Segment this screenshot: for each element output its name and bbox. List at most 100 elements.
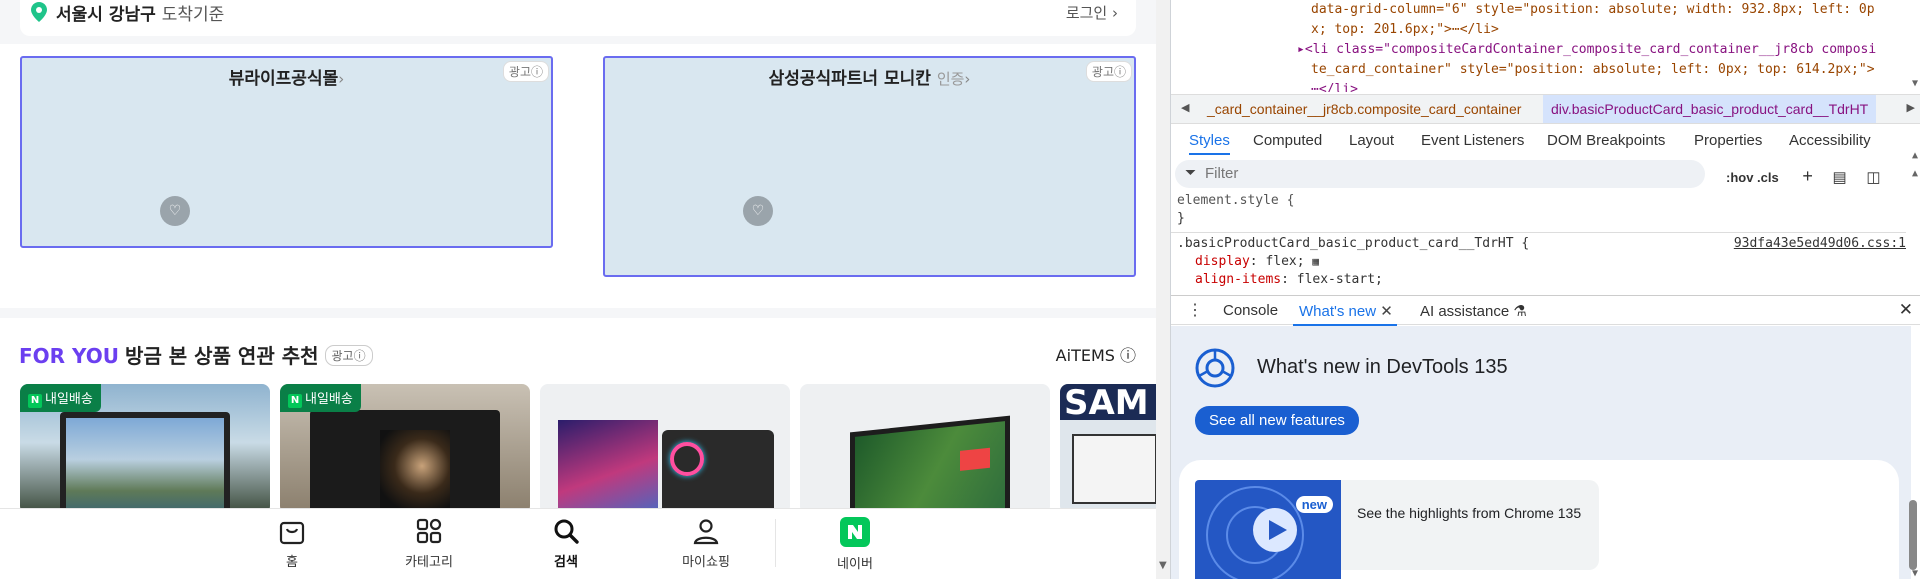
product-card[interactable] xyxy=(800,384,1050,514)
scrollbar-thumb[interactable] xyxy=(1909,500,1917,570)
devtools-panel: data-grid-column="6" style="position: ab… xyxy=(1170,0,1920,579)
chevron-right-icon: › xyxy=(964,70,971,88)
highlight-text[interactable]: See the highlights from Chrome 135 xyxy=(1341,480,1599,570)
dom-line[interactable]: ⋯</li> xyxy=(1311,80,1901,92)
monitor-image xyxy=(850,415,1010,514)
breadcrumb-item[interactable]: _card_container__jr8cb.composite_card_co… xyxy=(1207,101,1521,117)
devtools-scrollbar[interactable]: ▲ ▼ xyxy=(1906,150,1920,579)
scroll-up-arrow-icon[interactable]: ▲ xyxy=(1912,168,1918,179)
scroll-up-arrow-icon[interactable]: ▲ xyxy=(1912,150,1918,161)
location-pin-icon xyxy=(31,2,47,22)
delivery-ribbon: N 내일배송 xyxy=(20,384,101,412)
tab-myshopping[interactable]: 마이쇼핑 xyxy=(666,517,746,570)
tab-console[interactable]: Console xyxy=(1223,302,1278,319)
ad-title-text: 뷰라이프공식몰 xyxy=(228,69,339,89)
product-card[interactable]: SAM xyxy=(1060,384,1162,514)
monitor-image xyxy=(558,420,658,514)
whats-new-title: What's new in DevTools 135 xyxy=(1257,356,1508,378)
certified-label: 인증 xyxy=(936,70,965,88)
breadcrumb-item-selected[interactable]: div.basicProductCard_basic_product_card_… xyxy=(1543,95,1877,123)
see-all-features-button[interactable]: See all new features xyxy=(1195,406,1359,435)
ad-title-text: 삼성공식파트너 모니칸 xyxy=(768,69,931,89)
more-options-icon[interactable]: ⋮ xyxy=(1187,300,1203,320)
css-selector[interactable]: .basicProductCard_basic_product_card__Td… xyxy=(1177,236,1529,251)
tab-label: 검색 xyxy=(554,555,578,570)
monitor-image xyxy=(310,410,500,514)
ad-badge[interactable]: 광고ⓘ xyxy=(1085,61,1132,82)
tab-event-listeners[interactable]: Event Listeners xyxy=(1421,132,1524,149)
filter-placeholder: Filter xyxy=(1205,165,1239,182)
tab-home[interactable]: 홈 xyxy=(252,517,332,570)
styles-tabbar: Styles Computed Layout Event Listeners D… xyxy=(1171,126,1920,156)
ad-card-title[interactable]: 삼성공식파트너 모니칸 인증› xyxy=(605,64,1134,89)
highlight-card: new See the highlights from Chrome 135 xyxy=(1179,460,1899,579)
tab-ai-assistance[interactable]: AI assistance ⚗ xyxy=(1420,302,1527,320)
dom-tree[interactable]: data-grid-column="6" style="position: ab… xyxy=(1171,0,1901,92)
hov-cls-toggles[interactable]: :hov .cls xyxy=(1726,170,1779,185)
filter-icon: ⏷ xyxy=(1185,164,1197,180)
paint-icon[interactable]: ▤ xyxy=(1833,169,1847,186)
login-label: 로그인 xyxy=(1065,4,1108,22)
ribbon-label: 내일배송 xyxy=(45,392,93,407)
scroll-down-arrow-icon[interactable]: ▼ xyxy=(1912,78,1918,89)
tab-layout[interactable]: Layout xyxy=(1349,132,1394,149)
brand-logo-image: SAM xyxy=(1060,384,1162,420)
speaker-image xyxy=(662,430,774,514)
scroll-down-arrow-icon[interactable]: ▼ xyxy=(1912,568,1918,579)
heart-icon[interactable]: ♡ xyxy=(743,196,773,226)
tab-properties[interactable]: Properties xyxy=(1694,132,1762,149)
video-thumbnail[interactable]: new xyxy=(1195,480,1341,579)
css-property[interactable]: align-items xyxy=(1195,272,1281,287)
page-scrollbar[interactable]: ▼ xyxy=(1156,0,1170,579)
ad-section: 뷰라이프공식몰› 광고ⓘ ♡ 삼성공식파트너 모니칸 인증› 광고ⓘ ♡ xyxy=(0,44,1162,308)
tab-styles[interactable]: Styles xyxy=(1189,132,1230,155)
ad-card-1[interactable]: 뷰라이프공식몰› 광고ⓘ ♡ xyxy=(20,56,553,248)
product-card[interactable]: N 내일배송 xyxy=(20,384,270,514)
product-card[interactable]: N 내일배송 xyxy=(280,384,530,514)
dom-line[interactable]: te_card_container" style="position: abso… xyxy=(1311,60,1901,80)
ad-card-2[interactable]: 삼성공식파트너 모니칸 인증› 광고ⓘ ♡ xyxy=(603,56,1136,277)
tab-naver[interactable]: 네이버 xyxy=(815,517,895,572)
search-icon xyxy=(554,519,579,544)
css-value[interactable]: flex; xyxy=(1265,254,1304,269)
play-icon[interactable] xyxy=(1195,480,1341,579)
add-rule-icon[interactable]: + xyxy=(1802,166,1813,186)
tab-whats-new[interactable]: What's new ✕ xyxy=(1293,302,1397,326)
sidebar-toggle-icon[interactable]: ◫ xyxy=(1866,169,1880,186)
styles-filter-input[interactable]: ⏷ Filter xyxy=(1175,160,1705,188)
chevron-right-icon[interactable]: ▶ xyxy=(1907,101,1915,114)
element-style-rule[interactable]: element.style { xyxy=(1177,192,1906,210)
tab-search[interactable]: 검색 xyxy=(526,517,606,570)
bag-icon xyxy=(279,521,305,545)
chevron-right-icon: › xyxy=(338,70,345,88)
login-link[interactable]: 로그인 › xyxy=(1066,2,1118,23)
aitems-label[interactable]: AiTEMS ⓘ xyxy=(1056,342,1136,366)
location-sub: 도착기준 xyxy=(161,5,225,25)
css-value[interactable]: flex-start; xyxy=(1297,272,1383,287)
dom-line[interactable]: data-grid-column="6" style="position: ab… xyxy=(1311,0,1901,20)
ad-badge[interactable]: 광고ⓘ xyxy=(502,61,549,82)
bottom-tab-bar: 홈 카테고리 검색 마이쇼핑 네이버 xyxy=(0,508,1162,579)
ribbon-label: 내일배송 xyxy=(305,392,353,407)
flask-icon: ⚗ xyxy=(1513,303,1527,320)
css-property[interactable]: display xyxy=(1195,254,1250,269)
dom-line[interactable]: ▸<li class="compositeCardContainer_compo… xyxy=(1297,40,1901,60)
flex-editor-icon[interactable]: ▦ xyxy=(1312,255,1319,268)
tab-computed[interactable]: Computed xyxy=(1253,132,1322,149)
product-card[interactable] xyxy=(540,384,790,514)
ad-card-title[interactable]: 뷰라이프공식몰› xyxy=(22,64,551,89)
close-icon[interactable]: ✕ xyxy=(1380,303,1393,320)
css-source-link[interactable]: 93dfa43e5ed49d06.css:1 xyxy=(1734,235,1906,253)
tab-category[interactable]: 카테고리 xyxy=(389,517,469,570)
ad-badge[interactable]: 광고ⓘ xyxy=(324,345,373,366)
tab-accessibility[interactable]: Accessibility xyxy=(1789,132,1871,149)
scroll-down-arrow-icon[interactable]: ▼ xyxy=(1159,560,1167,571)
heart-icon[interactable]: ♡ xyxy=(160,196,190,226)
location-bar[interactable]: 서울시 강남구 도착기준 로그인 › xyxy=(20,0,1136,36)
dom-line[interactable]: x; top: 201.6px;">⋯</li> xyxy=(1311,20,1901,40)
chevron-left-icon[interactable]: ◀ xyxy=(1181,101,1189,114)
tab-label: 네이버 xyxy=(837,557,873,572)
tab-dom-breakpoints[interactable]: DOM Breakpoints xyxy=(1547,132,1665,149)
naver-icon xyxy=(840,517,870,547)
location-text[interactable]: 서울시 강남구 도착기준 xyxy=(56,0,224,25)
